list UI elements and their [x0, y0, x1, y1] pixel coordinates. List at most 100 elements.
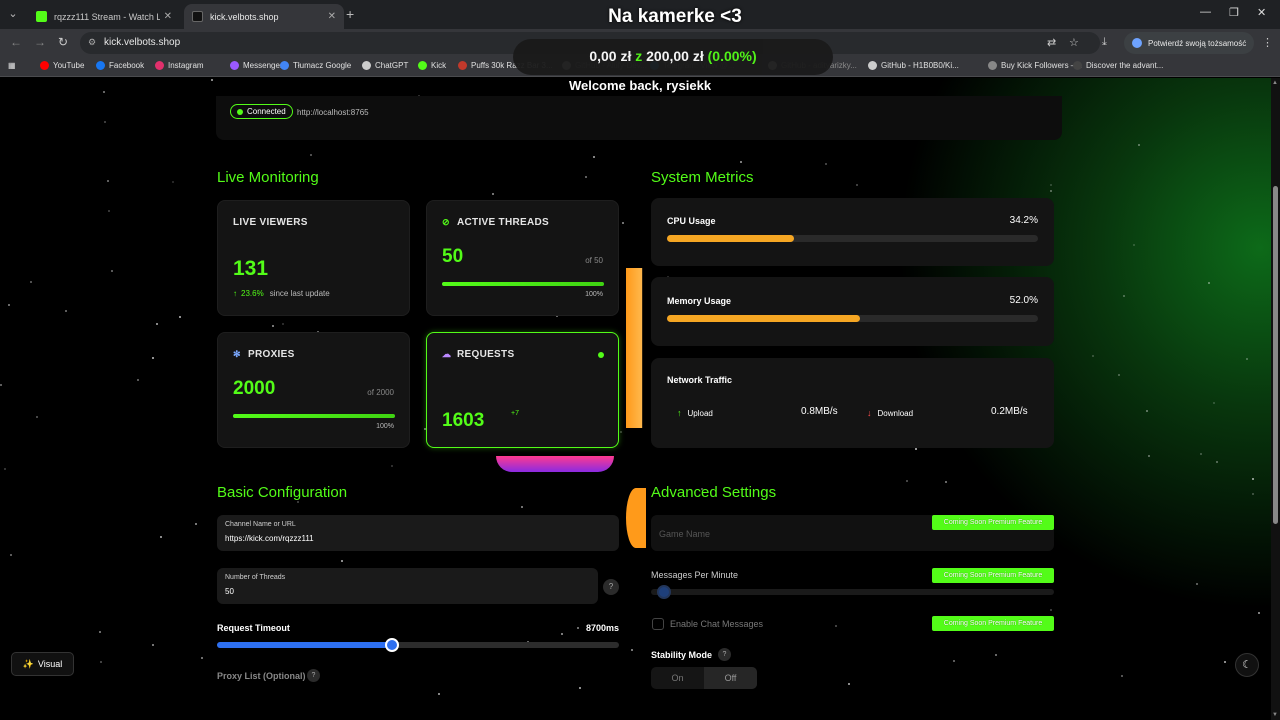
close-tab-icon[interactable]: ✕ [164, 11, 172, 22]
bookmark-item[interactable]: Buy Kick Followers –... [988, 61, 1082, 70]
profile-avatar [1132, 38, 1142, 48]
star-dot [1146, 410, 1148, 412]
tab-stream[interactable]: rqzzz111 Stream - Watch Live o ✕ [28, 4, 180, 29]
new-tab-plus-icon[interactable]: + [346, 6, 354, 22]
requests-delta: +7 [511, 410, 519, 417]
star-dot [65, 310, 67, 312]
scroll-down-icon[interactable]: ▼ [1272, 712, 1278, 718]
apps-grid-icon[interactable]: ▦ [8, 61, 16, 70]
viewers-change: ↑ 23.6% since last update [233, 289, 330, 298]
translate-icon[interactable]: ⇄ [1047, 36, 1056, 49]
star-dot [1050, 190, 1052, 192]
proxies-progress [233, 414, 395, 418]
card-label: ✻ PROXIES [233, 349, 295, 360]
bookmark-item[interactable]: Discover the advant... [1073, 61, 1163, 70]
star-dot [1216, 461, 1218, 463]
game-name-input[interactable]: Game Name [659, 529, 710, 539]
threads-of: of 50 [585, 256, 603, 265]
threads-input[interactable]: 50 [225, 587, 234, 596]
close-window-icon[interactable]: ✕ [1257, 6, 1266, 19]
channel-input[interactable]: https://kick.com/rqzzz111 [225, 534, 314, 543]
mpm-slider-handle[interactable] [657, 585, 671, 599]
proxies-count: 2000 [233, 378, 276, 399]
verify-identity-button[interactable]: Potwierdź swoją tożsamość [1124, 32, 1255, 54]
star-dot [953, 660, 955, 662]
star-dot [282, 323, 284, 325]
bookmark-favicon-icon [868, 61, 877, 70]
star-dot [631, 649, 633, 651]
bookmark-item[interactable]: Instagram [155, 61, 204, 70]
card-label-text: REQUESTS [457, 349, 515, 360]
cpu-label: CPU Usage [667, 216, 716, 226]
bookmark-item[interactable]: Tłumacz Google [280, 61, 351, 70]
star-dot [1252, 493, 1254, 495]
dark-mode-moon-icon[interactable]: ☾ [1235, 653, 1259, 677]
star-dot [272, 325, 274, 327]
channel-label: Channel Name or URL [225, 521, 296, 528]
star-dot [995, 654, 997, 656]
enable-chat-checkbox[interactable] [652, 618, 664, 630]
star-dot [492, 193, 494, 195]
bookmark-item[interactable]: Facebook [96, 61, 144, 70]
timeout-slider[interactable] [217, 642, 619, 648]
bookmark-item[interactable]: Messenger [230, 61, 283, 70]
upload-arrow-icon: ↑ [677, 408, 682, 418]
star-dot [561, 633, 563, 635]
bookmark-item[interactable]: ChatGPT [362, 61, 408, 70]
network-label: Network Traffic [667, 375, 733, 385]
star-dot [1050, 184, 1052, 186]
star-dot [825, 163, 827, 165]
channel-field[interactable]: Channel Name or URL https://kick.com/rqz… [217, 515, 619, 551]
star-dot [1258, 612, 1260, 614]
minimize-icon[interactable]: — [1200, 6, 1211, 18]
download-icon[interactable]: ⤓ [1102, 36, 1107, 49]
stream-orb-decor [496, 456, 614, 472]
page-scrollbar[interactable]: ▲ ▼ [1271, 78, 1280, 720]
change-value: 23.6% [241, 289, 264, 298]
threads-count: 50 [442, 246, 464, 267]
forward-icon[interactable]: → [34, 35, 46, 49]
cpu-usage-card: CPU Usage 34.2% [651, 198, 1054, 266]
velbots-favicon-icon [192, 11, 203, 22]
threads-field[interactable]: Number of Threads 50 [217, 568, 598, 604]
menu-dots-icon[interactable]: ⋮ [1262, 36, 1273, 49]
stability-on-option[interactable]: On [651, 667, 704, 689]
threads-label: Number of Threads [225, 574, 286, 581]
star-dot [4, 468, 6, 470]
scrollbar-thumb[interactable] [1273, 186, 1278, 524]
bookmark-favicon-icon [230, 61, 239, 70]
star-dot [856, 184, 858, 186]
bookmark-item[interactable]: Kick [418, 61, 446, 70]
bookmark-label: Buy Kick Followers –... [1001, 61, 1082, 70]
bookmark-favicon-icon [362, 61, 371, 70]
scroll-up-icon[interactable]: ▲ [1272, 80, 1278, 86]
visual-button[interactable]: ✨ Visual [11, 652, 74, 676]
maximize-icon[interactable]: ❐ [1229, 6, 1239, 19]
stability-help-icon[interactable]: ? [718, 648, 731, 661]
star-dot [620, 431, 622, 433]
star-dot [10, 554, 12, 556]
site-info-icon[interactable]: ⚙ [88, 37, 96, 48]
proxy-help-icon[interactable]: ? [307, 669, 320, 682]
card-label-text: PROXIES [248, 349, 295, 360]
star-dot [1252, 478, 1254, 480]
close-tab-icon[interactable]: ✕ [328, 11, 336, 22]
url-text[interactable]: kick.velbots.shop [104, 37, 180, 48]
star-dot [160, 536, 162, 538]
stability-off-option[interactable]: Off [704, 667, 757, 689]
tab-velbots[interactable]: kick.velbots.shop ✕ [184, 4, 344, 29]
reload-icon[interactable]: ↻ [58, 35, 68, 49]
star-dot [137, 379, 139, 381]
tab-search-chevron-icon[interactable]: ⌄ [4, 5, 22, 23]
timeout-slider-handle[interactable] [384, 638, 399, 652]
bookmark-item[interactable]: YouTube [40, 61, 84, 70]
threads-progress [442, 282, 604, 286]
threads-help-icon[interactable]: ? [603, 579, 619, 595]
back-icon[interactable]: ← [10, 35, 22, 49]
mpm-slider[interactable] [651, 589, 1054, 595]
bookmark-star-icon[interactable]: ☆ [1069, 36, 1079, 49]
stability-toggle[interactable]: On Off [651, 667, 757, 689]
star-dot [1118, 374, 1120, 376]
bookmark-item[interactable]: GitHub - H1B0B0/Ki... [868, 61, 959, 70]
star-dot [1123, 295, 1125, 297]
